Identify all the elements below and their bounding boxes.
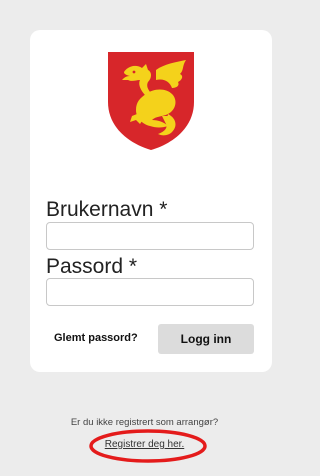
password-field[interactable]	[46, 278, 254, 306]
username-field[interactable]	[46, 222, 254, 250]
username-label: Brukernavn *	[46, 198, 168, 221]
dragon-crest-icon	[108, 52, 194, 150]
not-registered-text: Er du ikke registrert som arrangør?	[70, 417, 219, 428]
login-button[interactable]: Logg inn	[158, 324, 254, 354]
forgot-password-link[interactable]: Glemt passord?	[54, 332, 138, 344]
password-label: Passord *	[46, 255, 138, 278]
highlight-ellipse	[89, 429, 207, 463]
login-card: Brukernavn * Passord * Glemt passord? Lo…	[30, 30, 272, 372]
